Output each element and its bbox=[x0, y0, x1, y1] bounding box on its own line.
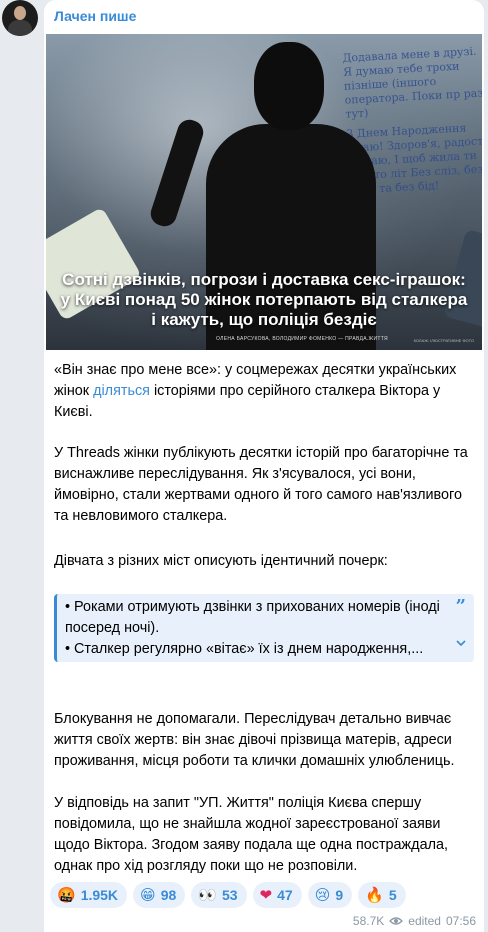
avatar-head bbox=[14, 6, 26, 20]
reaction-heart[interactable]: ❤ 47 bbox=[252, 882, 302, 908]
heart-icon: ❤ bbox=[259, 886, 273, 904]
view-count: 58.7K bbox=[352, 914, 385, 928]
reaction-angry[interactable]: 🤬 1.95K bbox=[50, 882, 128, 908]
quote-icon: ” bbox=[455, 596, 466, 617]
quote-line-1: • Роками отримують дзвінки з прихованих … bbox=[65, 599, 440, 636]
reaction-eyes[interactable]: 👀 53 bbox=[191, 882, 247, 908]
reaction-count: 1.95K bbox=[80, 887, 119, 903]
reaction-fire[interactable]: 🔥 5 bbox=[358, 882, 406, 908]
reaction-count: 47 bbox=[277, 887, 293, 903]
image-illustration-note: КОЛАЖ: ІЛЮСТРАТИВНЕ ФОТО bbox=[413, 338, 474, 343]
grinning-face-icon: 😁 bbox=[140, 886, 156, 904]
image-headline: Сотні дзвінків, погрози і доставка секс-… bbox=[60, 270, 468, 329]
avatar-body bbox=[8, 20, 32, 36]
reaction-cry[interactable]: 😢 9 bbox=[307, 882, 353, 908]
image-silhouette-head bbox=[254, 42, 324, 130]
crying-face-icon: 😢 bbox=[314, 886, 331, 904]
message-bubble: Лачен пише Додавала мене в друзі. Я дума… bbox=[44, 0, 484, 932]
reaction-count: 98 bbox=[160, 887, 177, 903]
paragraph-blocking: Блокування не допомагали. Переслідувач д… bbox=[54, 711, 455, 769]
paragraph-intro: «Він знає про мене все»: у соцмережах де… bbox=[54, 360, 478, 423]
reaction-count: 9 bbox=[335, 887, 344, 903]
chevron-down-icon[interactable] bbox=[456, 638, 466, 648]
author-name[interactable]: Лачен пише bbox=[54, 8, 136, 24]
reactions-bar: 🤬 1.95K 😁 98 👀 53 ❤ 47 😢 9 🔥 5 bbox=[50, 882, 406, 908]
fire-icon: 🔥 bbox=[365, 886, 384, 904]
image-credit: ОЛЕНА БАРСУКОВА, ВОЛОДИМИР ФОМЕНКО — ПРА… bbox=[216, 336, 388, 342]
paragraph-police: У відповідь на запит "УП. Життя" поліція… bbox=[54, 795, 448, 874]
message-time: 07:56 bbox=[445, 914, 476, 928]
paragraph-pattern: Дівчата з різних міст описують ідентични… bbox=[54, 553, 388, 569]
post-image[interactable]: Додавала мене в друзі. Я думаю тебе трох… bbox=[46, 34, 482, 350]
eye-icon bbox=[389, 917, 404, 925]
image-chat-line: Додавала мене в друзі. Я думаю тебе трох… bbox=[342, 44, 482, 121]
paragraph-threads: У Threads жінки публікують десятки істор… bbox=[54, 445, 468, 524]
edited-label: edited bbox=[408, 914, 441, 928]
message-meta: 58.7K edited 07:56 bbox=[353, 914, 476, 928]
collapsible-quote[interactable]: • Роками отримують дзвінки з прихованих … bbox=[54, 594, 474, 662]
channel-avatar[interactable] bbox=[2, 0, 38, 36]
quote-line-2: • Сталкер регулярно «вітає» їх із днем н… bbox=[65, 641, 424, 657]
reaction-grin[interactable]: 😁 98 bbox=[133, 882, 186, 908]
angry-face-icon: 🤬 bbox=[57, 886, 76, 904]
reaction-count: 53 bbox=[221, 887, 238, 903]
eyes-icon: 👀 bbox=[198, 886, 217, 904]
shares-link[interactable]: діляться bbox=[93, 383, 150, 399]
reaction-count: 5 bbox=[388, 887, 397, 903]
